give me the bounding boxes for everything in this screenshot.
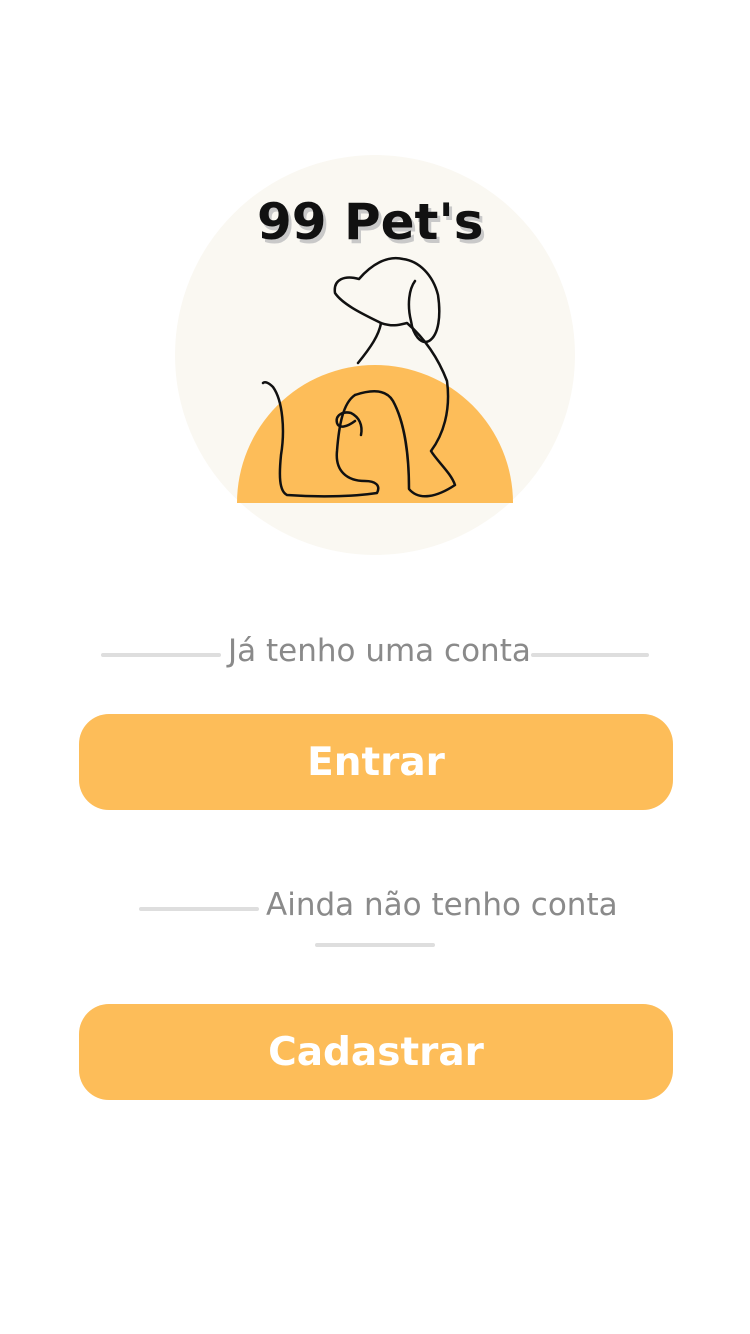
signup-separator-line-right [315, 943, 435, 947]
logo-text: 99 Pet's [257, 193, 484, 251]
logo-graphic: 99 Pet's 99 Pet's [175, 155, 575, 555]
signup-section-label: Ainda não tenho conta [266, 887, 618, 923]
app-logo: 99 Pet's 99 Pet's [175, 155, 575, 555]
signup-button[interactable]: Cadastrar [79, 1004, 673, 1100]
login-button[interactable]: Entrar [79, 714, 673, 810]
signup-separator-line-left [139, 907, 259, 911]
login-separator-line-left [101, 653, 221, 657]
login-section-label: Já tenho uma conta [228, 633, 531, 669]
login-separator-line-right [531, 653, 649, 657]
